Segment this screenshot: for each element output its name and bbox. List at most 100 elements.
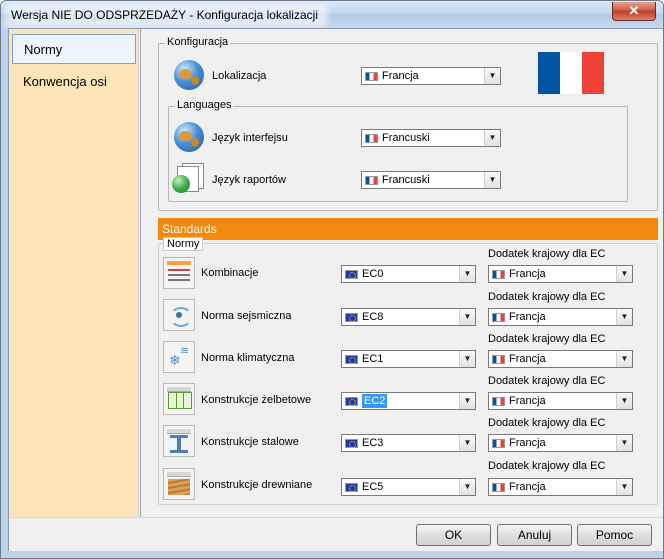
france-flag-icon [365,176,378,185]
icon-line [168,269,190,271]
annex-combo-stalowe[interactable]: Francja ▼ [488,434,633,452]
chevron-down-icon[interactable]: ▼ [484,172,500,188]
norm-label-klimatyczna: Norma klimatyczna [201,352,295,364]
window-title: Wersja NIE DO ODSPRZEDAŻY - Konfiguracja… [9,7,324,24]
chevron-down-icon[interactable]: ▼ [459,309,475,325]
combinations-icon [163,257,195,289]
icon-flange [170,450,188,453]
annex-label: Dodatek krajowy dla EC [488,248,606,260]
france-flag-icon [492,355,505,364]
chevron-down-icon[interactable]: ▼ [459,393,475,409]
annex-combo-klimatyczna[interactable]: Francja ▼ [488,350,633,368]
norm-value: EC1 [362,353,384,365]
eu-flag-icon [345,397,358,406]
annex-label: Dodatek krajowy dla EC [488,375,606,387]
norm-value: EC0 [362,268,384,280]
chevron-down-icon[interactable]: ▼ [616,351,632,367]
help-button[interactable]: Pomoc [577,524,652,546]
norm-value: EC3 [362,437,384,449]
annex-combo-sejsmiczna[interactable]: Francja ▼ [488,308,633,326]
france-flag-icon [365,134,378,143]
norm-label-drewniane: Konstrukcje drewniane [201,479,313,491]
lokalizacja-combo[interactable]: Francja ▼ [361,67,501,85]
norm-label-sejsmiczna: Norma sejsmiczna [201,310,292,322]
norm-combo-sejsmiczna[interactable]: EC8 ▼ [341,308,476,326]
annex-value: Francja [509,481,546,493]
flag-white-stripe [560,52,582,94]
button-bar: OK Anuluj Pomoc [9,517,663,551]
cancel-button[interactable]: Anuluj [497,524,572,546]
interface-language-label: Język interfejsu [212,132,288,144]
lokalizacja-label: Lokalizacja [212,70,267,82]
norm-combo-klimatyczna[interactable]: EC1 ▼ [341,350,476,368]
close-button[interactable]: ✕ [612,2,656,21]
annex-combo-drewniane[interactable]: Francja ▼ [488,478,633,496]
normy-group-label: Normy [163,237,204,251]
dialog-client: Normy Konwencja osi Konfiguracja Lokaliz… [8,28,663,551]
sidebar: Normy Konwencja osi [9,29,139,517]
dialog-window: Wersja NIE DO ODSPRZEDAŻY - Konfiguracja… [0,0,664,559]
france-flag-icon [492,439,505,448]
report-language-combo[interactable]: Francuski ▼ [361,171,501,189]
annex-value: Francja [509,353,546,365]
norm-value: EC5 [362,481,384,493]
chevron-down-icon[interactable]: ▼ [459,479,475,495]
annex-combo-zelbetowe[interactable]: Francja ▼ [488,392,633,410]
norm-combo-kombinacje[interactable]: EC0 ▼ [341,265,476,283]
norm-combo-drewniane[interactable]: EC5 ▼ [341,478,476,496]
icon-line [168,274,190,276]
france-flag-icon [365,72,378,81]
climate-icon: ❄ ≋ [163,341,195,373]
title-bar[interactable]: Wersja NIE DO ODSPRZEDAŻY - Konfiguracja… [1,1,663,28]
ok-button[interactable]: OK [416,524,491,546]
sidebar-item-normy[interactable]: Normy [12,34,136,64]
chevron-down-icon[interactable]: ▼ [459,266,475,282]
france-flag-icon [492,483,505,492]
chevron-down-icon[interactable]: ▼ [484,130,500,146]
chevron-down-icon[interactable]: ▼ [616,479,632,495]
languages-label: Languages [175,99,234,111]
close-icon: ✕ [628,3,640,18]
interface-language-value: Francuski [382,132,430,144]
icon-window-bar [167,429,191,434]
timber-icon [163,468,195,500]
chevron-down-icon[interactable]: ▼ [616,309,632,325]
icon-wood [168,479,190,495]
annex-label: Dodatek krajowy dla EC [488,417,606,429]
annex-label: Dodatek krajowy dla EC [488,333,606,345]
eu-flag-icon [345,439,358,448]
icon-window-bar [167,472,191,477]
france-flag-icon [492,313,505,322]
norm-combo-stalowe[interactable]: EC3 ▼ [341,434,476,452]
france-flag [538,52,604,94]
eu-flag-icon [345,355,358,364]
chevron-down-icon[interactable]: ▼ [459,351,475,367]
flag-red-stripe [582,52,604,94]
norm-label-stalowe: Konstrukcje stalowe [201,436,299,448]
france-flag-icon [492,270,505,279]
annex-combo-kombinacje[interactable]: Francja ▼ [488,265,633,283]
concrete-icon [163,383,195,415]
icon-web [177,438,181,450]
standards-header: Standards [158,218,658,240]
chevron-down-icon[interactable]: ▼ [616,435,632,451]
norm-label-kombinacje: Kombinacje [201,267,259,279]
globe-icon [174,122,204,152]
chevron-down-icon[interactable]: ▼ [616,266,632,282]
report-globe-icon [172,163,204,193]
globe-icon [174,60,204,90]
sidebar-item-konwencja-osi[interactable]: Konwencja osi [12,67,136,97]
chevron-down-icon[interactable]: ▼ [616,393,632,409]
norm-combo-zelbetowe[interactable]: EC2 ▼ [341,392,476,410]
chevron-down-icon[interactable]: ▼ [459,435,475,451]
interface-language-combo[interactable]: Francuski ▼ [361,129,501,147]
chevron-down-icon[interactable]: ▼ [484,68,500,84]
annex-value: Francja [509,311,546,323]
wind-glyph: ≋ [180,345,190,357]
annex-label: Dodatek krajowy dla EC [488,291,606,303]
lokalizacja-value: Francja [382,70,419,82]
konfiguracja-label: Konfiguracja [165,36,231,48]
annex-label: Dodatek krajowy dla EC [488,460,606,472]
france-flag-icon [492,397,505,406]
norm-value: EC8 [362,311,384,323]
